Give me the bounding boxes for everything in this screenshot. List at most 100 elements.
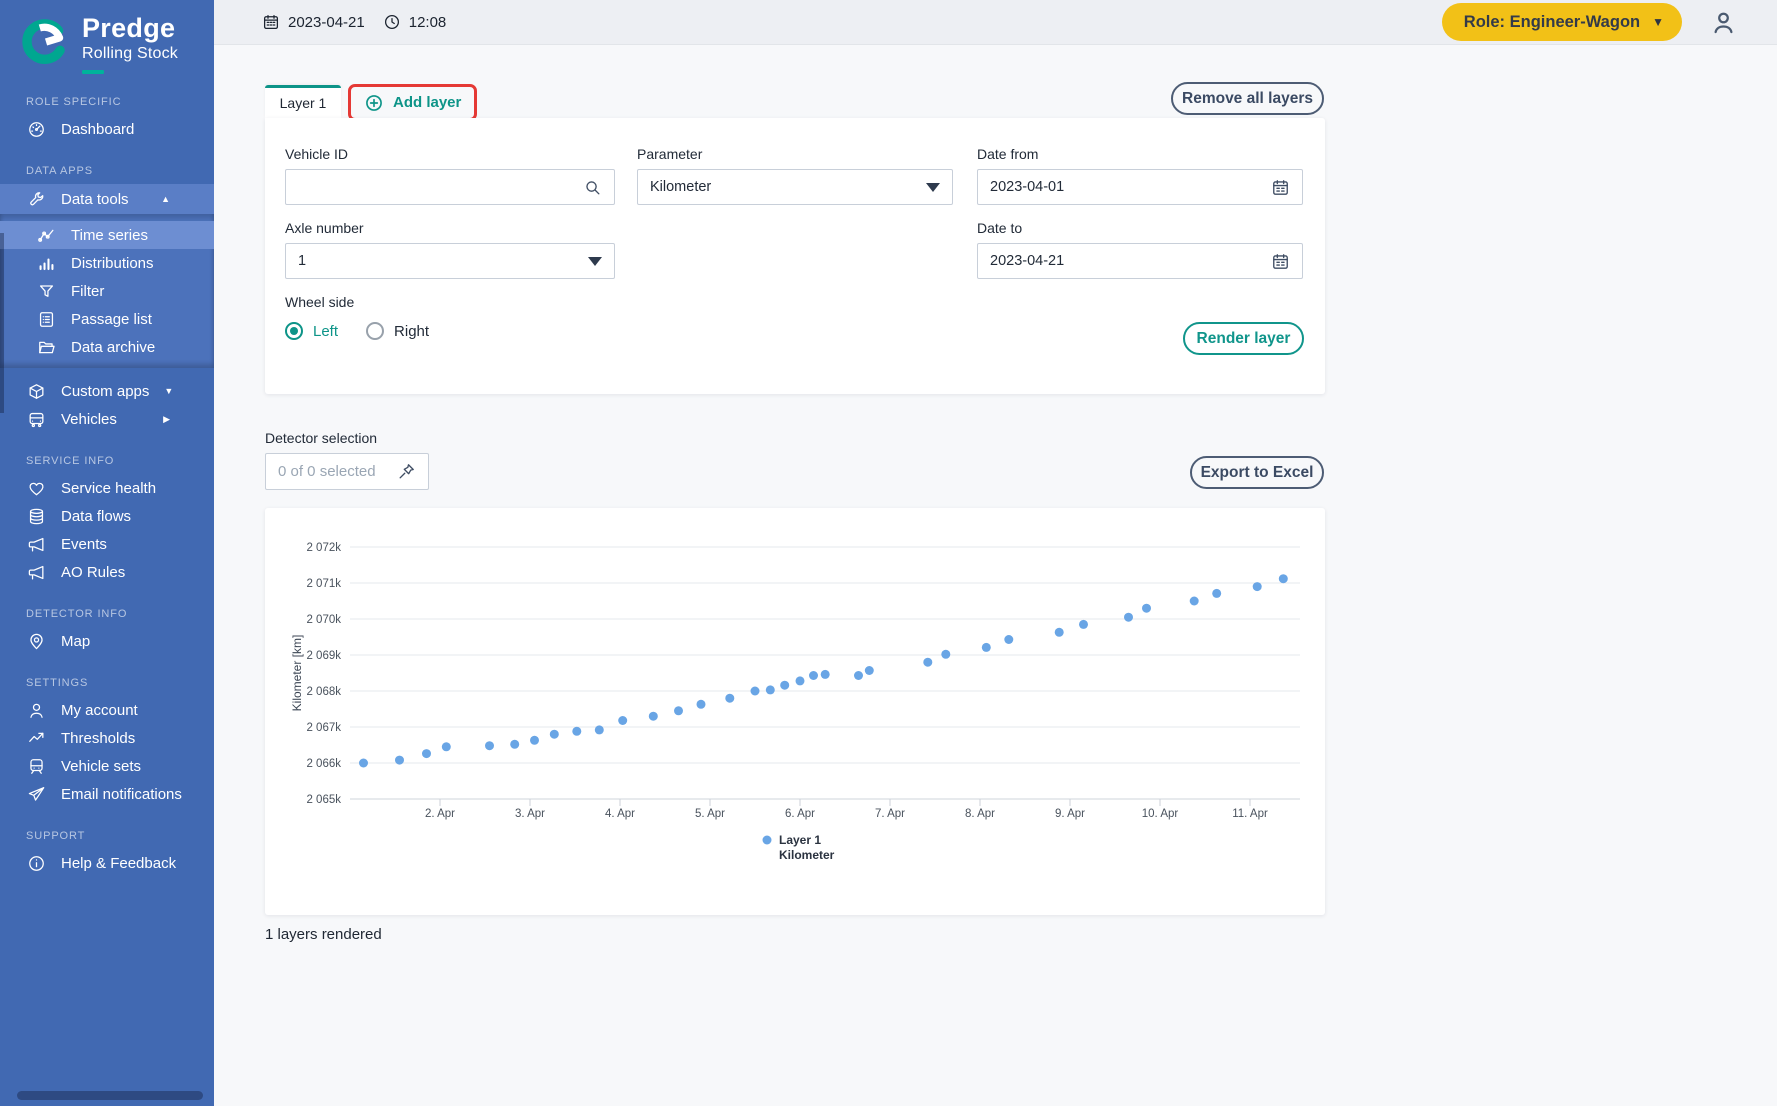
topbar: 2023-04-21 12:08 Role: Engineer-Wagon ▼ (214, 0, 1777, 45)
data-point[interactable] (821, 670, 830, 679)
current-date: 2023-04-21 (288, 14, 365, 31)
data-point[interactable] (674, 706, 683, 715)
data-point[interactable] (766, 685, 775, 694)
data-point[interactable] (751, 687, 760, 696)
sidebar-item-data-archive[interactable]: Data archive (0, 333, 214, 361)
sidebar-item-vehicles[interactable]: Vehicles▶ (0, 405, 214, 433)
radio-selected-icon (285, 322, 303, 340)
vehicle-id-input[interactable] (298, 179, 583, 195)
sidebar-item-help-feedback[interactable]: Help & Feedback (0, 849, 214, 877)
chevron-right-icon: ▶ (163, 415, 170, 424)
data-point[interactable] (725, 694, 734, 703)
data-point[interactable] (572, 727, 581, 736)
sidebar-vertical-scrollbar[interactable] (0, 233, 4, 413)
export-to-excel-button[interactable]: Export to Excel (1190, 456, 1324, 489)
data-point[interactable] (854, 671, 863, 680)
data-point[interactable] (1004, 635, 1013, 644)
sidebar-item-service-health[interactable]: Service health (0, 474, 214, 502)
data-point[interactable] (510, 740, 519, 749)
data-point[interactable] (1279, 574, 1288, 583)
add-layer-label: Add layer (393, 94, 461, 111)
chevron-down-icon: ▼ (1652, 15, 1664, 29)
sidebar-item-distributions[interactable]: Distributions (0, 249, 214, 277)
sidebar-item-label: Dashboard (61, 121, 134, 138)
role-selector-button[interactable]: Role: Engineer-Wagon ▼ (1442, 3, 1682, 41)
sidebar-item-email-notifications[interactable]: Email notifications (0, 780, 214, 808)
tab-layer-1[interactable]: Layer 1 (265, 85, 341, 118)
detector-selection-dropdown[interactable]: 0 of 0 selected (265, 453, 429, 490)
sidebar-item-vehicle-sets[interactable]: Vehicle sets (0, 752, 214, 780)
data-point[interactable] (1142, 604, 1151, 613)
user-account-button[interactable] (1710, 9, 1737, 36)
sidebar-item-data-tools[interactable]: Data tools▲ (0, 184, 214, 214)
data-point[interactable] (550, 730, 559, 739)
data-point[interactable] (796, 676, 805, 685)
axle-number-select[interactable]: 1 (285, 243, 615, 279)
data-point[interactable] (442, 742, 451, 751)
parameter-select[interactable]: Kilometer (637, 169, 953, 205)
legend-line-2: Kilometer (779, 848, 835, 862)
parameter-label: Parameter (637, 146, 953, 162)
heart-icon (27, 479, 46, 498)
sidebar-item-events[interactable]: Events (0, 530, 214, 558)
data-point[interactable] (982, 643, 991, 652)
data-point[interactable] (1190, 597, 1199, 606)
data-point[interactable] (359, 759, 368, 768)
data-point[interactable] (1253, 582, 1262, 591)
wheel-side-radio-left[interactable]: Left (285, 322, 338, 340)
layer-filter-panel: Vehicle ID Parameter Kilometer Date from (265, 118, 1325, 394)
date-from-input[interactable] (990, 179, 1271, 195)
caret-down-icon (588, 257, 602, 266)
distributions-icon (37, 254, 56, 273)
y-tick-label: 2 068k (306, 686, 341, 698)
date-to-input[interactable] (990, 253, 1271, 269)
data-point[interactable] (697, 700, 706, 709)
chart-legend[interactable]: Layer 1Kilometer (763, 833, 835, 862)
data-point[interactable] (649, 712, 658, 721)
add-layer-button[interactable]: Add layer (351, 87, 474, 118)
sidebar-item-filter[interactable]: Filter (0, 277, 214, 305)
sidebar-item-time-series[interactable]: Time series (0, 221, 214, 249)
data-point[interactable] (530, 736, 539, 745)
sidebar-item-data-flows[interactable]: Data flows (0, 502, 214, 530)
data-point[interactable] (422, 749, 431, 758)
nav-section-title: SUPPORT (26, 830, 214, 842)
sidebar-item-my-account[interactable]: My account (0, 696, 214, 724)
y-tick-label: 2 070k (306, 614, 341, 626)
wheel-side-radio-right[interactable]: Right (366, 322, 429, 340)
data-point[interactable] (395, 756, 404, 765)
nav-section-title: ROLE SPECIFIC (26, 96, 214, 108)
sidebar-item-custom-apps[interactable]: Custom apps▼ (0, 377, 214, 405)
data-point[interactable] (595, 725, 604, 734)
remove-all-layers-button[interactable]: Remove all layers (1171, 82, 1324, 115)
data-point[interactable] (1079, 620, 1088, 629)
data-point[interactable] (923, 658, 932, 667)
x-tick-label: 9. Apr (1055, 808, 1085, 820)
database-icon (27, 507, 46, 526)
detector-selection-value: 0 of 0 selected (278, 463, 376, 480)
render-layer-button[interactable]: Render layer (1183, 322, 1304, 355)
sidebar-item-label: Distributions (71, 255, 154, 272)
data-point[interactable] (1055, 628, 1064, 637)
data-point[interactable] (941, 650, 950, 659)
data-point[interactable] (780, 681, 789, 690)
sidebar-horizontal-scrollbar[interactable] (17, 1091, 203, 1100)
bus-icon (27, 410, 46, 429)
legend-line-1: Layer 1 (779, 833, 821, 847)
sidebar-item-passage-list[interactable]: Passage list (0, 305, 214, 333)
sidebar-item-ao-rules[interactable]: AO Rules (0, 558, 214, 586)
data-point[interactable] (865, 666, 874, 675)
data-point[interactable] (1212, 589, 1221, 598)
nav-section-title: SERVICE INFO (26, 455, 214, 467)
data-point[interactable] (809, 671, 818, 680)
data-point[interactable] (485, 741, 494, 750)
sidebar-item-thresholds[interactable]: Thresholds (0, 724, 214, 752)
data-point[interactable] (1124, 613, 1133, 622)
data-point[interactable] (618, 716, 627, 725)
main-content: Layer 1 Add layer Remove all layers Vehi… (214, 44, 1777, 1106)
x-tick-label: 4. Apr (605, 808, 635, 820)
sidebar-item-dashboard[interactable]: Dashboard (0, 115, 214, 143)
sidebar-item-map[interactable]: Map (0, 627, 214, 655)
axle-number-value: 1 (298, 253, 306, 269)
detector-selection-label: Detector selection (265, 430, 377, 446)
